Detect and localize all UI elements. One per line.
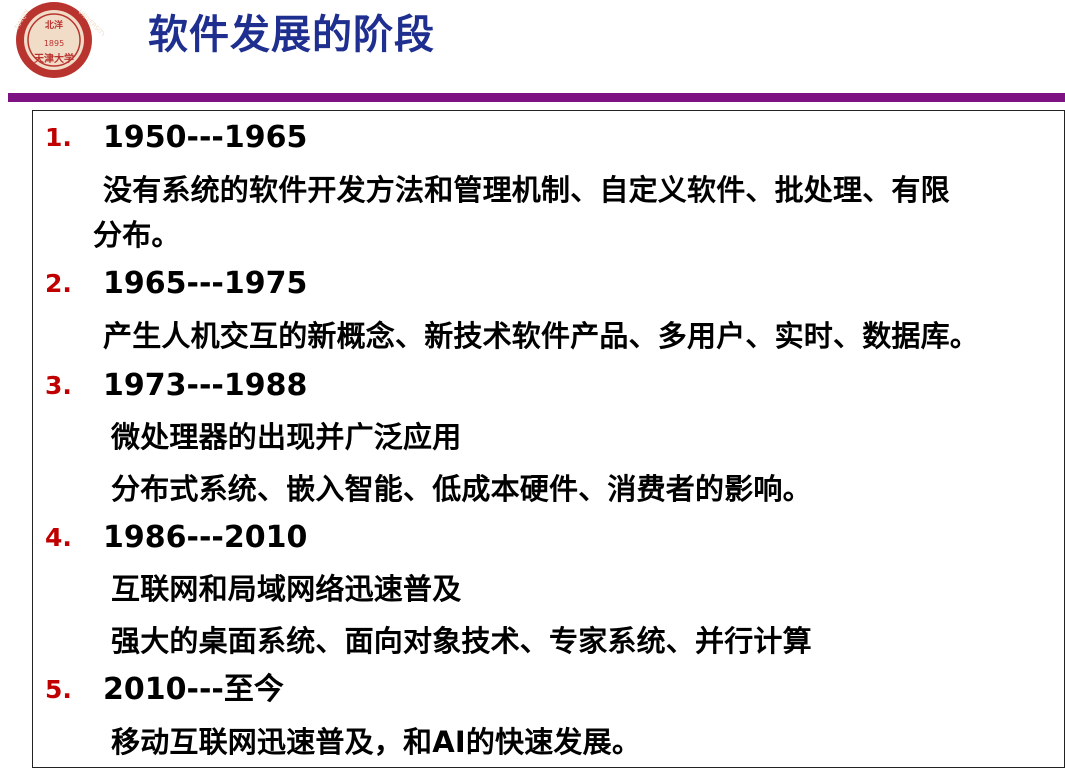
stage-number: 5. (45, 675, 72, 704)
stage-description: 产生人机交互的新概念、新技术软件产品、多用户、实时、数据库。 (103, 319, 980, 353)
stage-number: 4. (45, 523, 72, 552)
page-title: 软件发展的阶段 (148, 12, 435, 58)
university-logo: 北洋 1895 天津大学 TIANJIN UNIVERSITY (8, 0, 107, 78)
svg-text:北洋: 北洋 (45, 19, 63, 31)
stage-number: 3. (45, 371, 72, 400)
stage-years: 1950---1965 (103, 120, 308, 155)
stage-years: 1965---1975 (103, 266, 308, 301)
stage-years: 1973---1988 (103, 368, 308, 403)
stage-description: 互联网和局域网络迅速普及 (111, 572, 462, 606)
stage-description: 分布式系统、嵌入智能、低成本硬件、消费者的影响。 (111, 472, 812, 506)
stage-description: 移动互联网迅速普及，和AI的快速发展。 (111, 725, 642, 759)
stage-description: 微处理器的出现并广泛应用 (111, 420, 462, 454)
stage-description: 分布。 (93, 218, 181, 252)
stage-description: 强大的桌面系统、面向对象技术、专家系统、并行计算 (111, 624, 812, 658)
svg-text:天津大学: 天津大学 (34, 52, 74, 65)
university-seal-icon: 北洋 1895 天津大学 TIANJIN UNIVERSITY (13, 2, 107, 78)
svg-text:1895: 1895 (44, 39, 64, 48)
stage-number: 2. (45, 269, 72, 298)
stage-description: 没有系统的软件开发方法和管理机制、自定义软件、批处理、有限 (103, 173, 950, 207)
stage-number: 1. (45, 123, 72, 152)
stage-years: 1986---2010 (103, 520, 308, 555)
stage-years: 2010---至今 (103, 672, 284, 707)
title-divider (8, 93, 1065, 102)
